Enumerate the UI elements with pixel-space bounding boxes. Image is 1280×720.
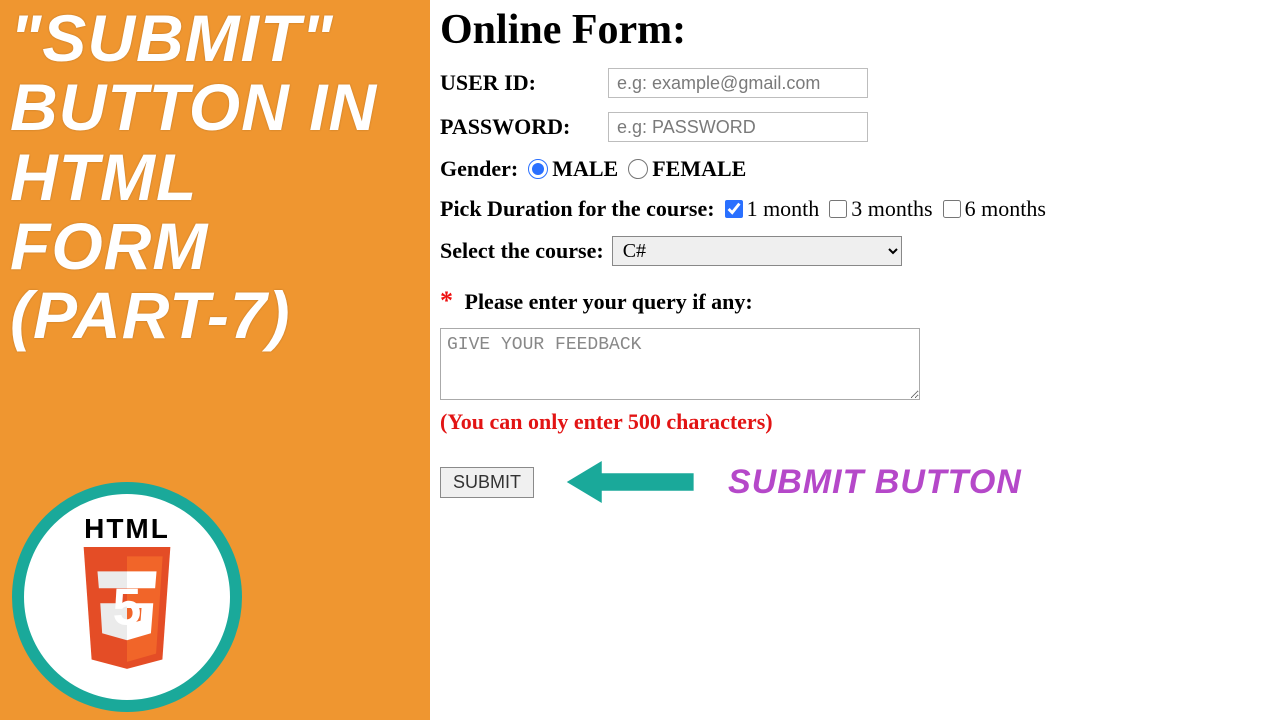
- submit-row: SUBMIT SUBMIT BUTTON: [440, 453, 1260, 511]
- query-label: Please enter your query if any:: [465, 289, 753, 314]
- submit-callout: SUBMIT BUTTON: [728, 463, 1022, 502]
- left-banner: "SUBMIT" BUTTON IN HTML FORM (PART-7) HT…: [0, 0, 430, 720]
- html5-logo-text: HTML: [84, 513, 170, 545]
- gender-radio-male[interactable]: [528, 159, 548, 179]
- course-row: Select the course: C#: [440, 236, 1260, 266]
- course-label: Select the course:: [440, 238, 604, 264]
- duration-checkbox-1month[interactable]: [725, 200, 743, 218]
- html5-logo-badge: HTML 5: [12, 482, 242, 712]
- duration-row: Pick Duration for the course: 1 month 3 …: [440, 196, 1260, 222]
- arrow-left-icon: [558, 453, 698, 511]
- duration-checkbox-6months[interactable]: [943, 200, 961, 218]
- page-title: Online Form:: [440, 6, 1260, 54]
- form-container: Online Form: USER ID: PASSWORD: Gender: …: [440, 0, 1260, 511]
- password-label: PASSWORD:: [440, 114, 592, 140]
- course-select[interactable]: C#: [612, 236, 902, 266]
- user-id-label: USER ID:: [440, 70, 592, 96]
- gender-option-male: MALE: [552, 156, 618, 182]
- char-limit-hint: (You can only enter 500 characters): [440, 409, 1260, 435]
- password-row: PASSWORD:: [440, 112, 1260, 142]
- svg-text:5: 5: [113, 577, 142, 635]
- submit-button[interactable]: SUBMIT: [440, 467, 534, 498]
- query-textarea[interactable]: [440, 328, 920, 400]
- gender-row: Gender: MALE FEMALE: [440, 156, 1260, 182]
- duration-option-6months: 6 months: [965, 196, 1046, 222]
- required-asterisk: *: [440, 286, 453, 315]
- duration-option-1month: 1 month: [747, 196, 820, 222]
- gender-label: Gender:: [440, 156, 518, 182]
- gender-radio-female[interactable]: [628, 159, 648, 179]
- user-id-input[interactable]: [608, 68, 868, 98]
- user-id-row: USER ID:: [440, 68, 1260, 98]
- password-input[interactable]: [608, 112, 868, 142]
- html5-shield-icon: 5: [67, 547, 187, 682]
- gender-option-female: FEMALE: [652, 156, 746, 182]
- banner-headline: "SUBMIT" BUTTON IN HTML FORM (PART-7): [10, 4, 400, 350]
- duration-checkbox-3months[interactable]: [829, 200, 847, 218]
- duration-option-3months: 3 months: [851, 196, 932, 222]
- duration-label: Pick Duration for the course:: [440, 196, 715, 222]
- query-label-row: * Please enter your query if any:: [440, 286, 1260, 316]
